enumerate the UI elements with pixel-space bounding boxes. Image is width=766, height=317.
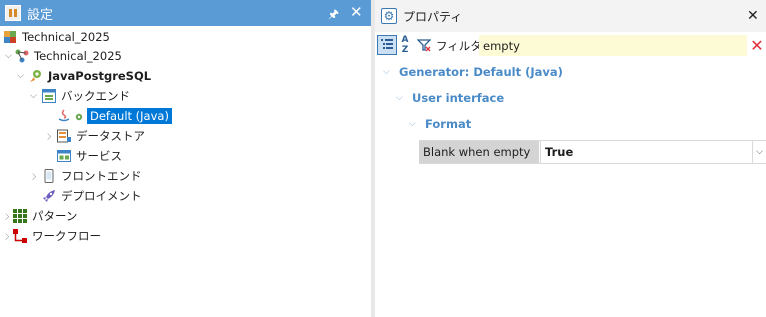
patterns-icon (12, 208, 28, 224)
properties-title: プロパティ (403, 9, 463, 24)
close-icon[interactable]: ✕ (747, 8, 759, 24)
collapse-chevron-icon[interactable]: ⌵ (17, 72, 25, 81)
collapse-chevron-icon[interactable]: ⌵ (30, 92, 38, 101)
frontend-icon (41, 168, 57, 184)
properties-panel: ⚙ プロパティ ✕ A Z フィルタ ✕ ⌵ Generator: Defaul… (375, 0, 766, 317)
services-icon (56, 148, 72, 164)
expand-chevron-icon[interactable]: ⌵ (29, 172, 39, 180)
expand-chevron-icon[interactable]: ⌵ (44, 132, 54, 140)
expand-chevron-icon[interactable]: ⌵ (2, 232, 12, 240)
tree-item-patterns[interactable]: パターン (12, 206, 77, 226)
datastore-icon (56, 128, 72, 144)
backend-icon (41, 88, 57, 104)
tree-item-backend[interactable]: バックエンド (41, 86, 130, 106)
property-row[interactable]: Blank when empty True ⌵ (419, 140, 766, 164)
group-format[interactable]: ⌵ Format (409, 112, 471, 136)
categorized-icon (381, 39, 393, 49)
tree-item-label: Default (Java) (87, 108, 172, 124)
tree-item-label: サービス (76, 149, 122, 163)
settings-title-bar: 設定 🖈 ✕ (0, 0, 371, 26)
rocket-icon (41, 188, 57, 204)
properties-toolbar: A Z フィルタ ✕ (375, 33, 766, 57)
clear-filter-icon[interactable]: ✕ (749, 35, 765, 55)
tree-item-label: Technical_2025 (34, 49, 122, 63)
settings-panel-icon (5, 5, 21, 21)
sort-az-button[interactable]: A Z (397, 35, 413, 55)
tree-item-label: JavaPostgreSQL (48, 69, 152, 83)
filter-label: フィルタ (436, 39, 482, 53)
tree-item-label: バックエンド (61, 89, 130, 103)
group-label: User interface (412, 91, 505, 105)
filter-funnel-button[interactable] (415, 35, 433, 55)
java-icon (56, 108, 72, 124)
property-name: Blank when empty (419, 141, 539, 163)
tree-item-datastore[interactable]: データストア (56, 126, 145, 146)
settings-panel: 設定 🖈 ✕ Technical_2025 ⌵ Technical_2025 ⌵… (0, 0, 371, 317)
tree-item-label: デプロイメント (61, 189, 142, 203)
categorized-view-button[interactable] (377, 35, 397, 55)
group-label: Generator: Default (Java) (399, 65, 563, 79)
tree-item-label: データストア (76, 129, 145, 143)
group-label: Format (425, 117, 472, 131)
pin-icon[interactable]: 🖈 (328, 5, 339, 26)
property-value[interactable]: True (540, 141, 752, 163)
model-icon (14, 48, 30, 64)
tree-item-model[interactable]: Technical_2025 (14, 46, 122, 66)
knowledge-base-icon (2, 29, 18, 45)
sort-az-top: A (401, 35, 409, 45)
tree-item-root[interactable]: Technical_2025 (2, 27, 110, 47)
funnel-icon (417, 39, 431, 52)
tree-item-generator[interactable]: JavaPostgreSQL (28, 66, 151, 86)
close-icon[interactable]: ✕ (350, 3, 363, 21)
tree-item-label: パターン (32, 209, 78, 223)
sort-az-bottom: Z (401, 45, 409, 55)
expand-chevron-icon[interactable]: ⌵ (2, 212, 12, 220)
generator-icon (28, 68, 44, 84)
collapse-chevron-icon[interactable]: ⌵ (383, 67, 393, 77)
settings-title: 設定 (27, 7, 54, 23)
properties-gear-icon: ⚙ (381, 8, 397, 24)
group-generator[interactable]: ⌵ Generator: Default (Java) (383, 60, 563, 84)
properties-title-bar: ⚙ プロパティ ✕ (375, 0, 766, 32)
collapse-chevron-icon[interactable]: ⌵ (396, 93, 406, 103)
chevron-down-icon[interactable]: ⌵ (752, 141, 766, 163)
collapse-chevron-icon[interactable]: ⌵ (409, 119, 419, 129)
group-user-interface[interactable]: ⌵ User interface (396, 86, 504, 110)
tree-item-deployment[interactable]: デプロイメント (41, 186, 142, 206)
tree-item-label: Technical_2025 (22, 30, 110, 44)
tree-item-default-java[interactable]: Default (Java) (56, 106, 172, 126)
filter-input[interactable] (479, 35, 747, 56)
tree-item-label: ワークフロー (32, 229, 101, 243)
collapse-chevron-icon[interactable]: ⌵ (5, 52, 13, 61)
tree-item-services[interactable]: サービス (56, 146, 122, 166)
workflow-icon (12, 228, 28, 244)
tree-item-workflow[interactable]: ワークフロー (12, 226, 101, 246)
gear-icon (74, 108, 84, 124)
tree-item-label: フロントエンド (61, 169, 142, 183)
tree-item-frontend[interactable]: フロントエンド (41, 166, 142, 186)
